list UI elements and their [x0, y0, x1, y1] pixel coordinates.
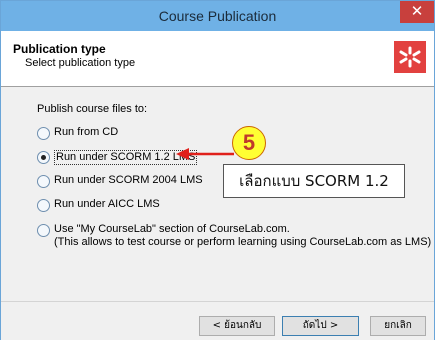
radio-button[interactable] [37, 224, 50, 237]
back-button[interactable]: < ย้อนกลับ [199, 316, 275, 336]
option-label: Run under SCORM 2004 LMS [54, 174, 203, 186]
option-aicc[interactable]: Run under AICC LMS [37, 198, 160, 212]
annotation-arrow-icon [176, 148, 234, 160]
option-run-from-cd[interactable]: Run from CD [37, 126, 118, 140]
wizard-footer: < ย้อนกลับ ถัดไป > ยกเลิก [1, 301, 434, 340]
option-label: Run from CD [54, 126, 119, 138]
option-scorm-12[interactable]: Run under SCORM 1.2 LMS [37, 150, 198, 165]
header-subtitle: Select publication type [25, 57, 136, 69]
wizard-header: Publication type Select publication type [1, 31, 434, 87]
window-title: Course Publication [158, 8, 277, 24]
course-publication-dialog: Course Publication ✕ Publication type Se… [0, 0, 435, 340]
option-label: Use "My CourseLab" section of CourseLab.… [54, 223, 290, 235]
radio-button[interactable] [37, 199, 50, 212]
publish-prompt: Publish course files to: [37, 103, 148, 115]
step-number-badge: 5 [232, 126, 266, 160]
option-description: (This allows to test course or perform l… [54, 236, 432, 248]
option-label: Run under AICC LMS [54, 198, 160, 210]
title-bar: Course Publication ✕ [1, 1, 434, 31]
radio-button-selected[interactable] [37, 151, 50, 164]
radio-button[interactable] [37, 127, 50, 140]
callout-text: เลือกแบบ SCORM 1.2 [239, 172, 389, 190]
option-my-courselab[interactable]: Use "My CourseLab" section of CourseLab.… [37, 223, 431, 249]
close-button[interactable]: ✕ [400, 1, 434, 23]
annotation-callout: เลือกแบบ SCORM 1.2 [223, 164, 405, 198]
radio-button[interactable] [37, 175, 50, 188]
option-scorm-2004[interactable]: Run under SCORM 2004 LMS [37, 174, 203, 188]
courselab-logo-icon [394, 41, 426, 73]
cancel-button[interactable]: ยกเลิก [370, 316, 426, 336]
next-button[interactable]: ถัดไป > [282, 316, 359, 336]
header-title: Publication type [13, 42, 106, 56]
